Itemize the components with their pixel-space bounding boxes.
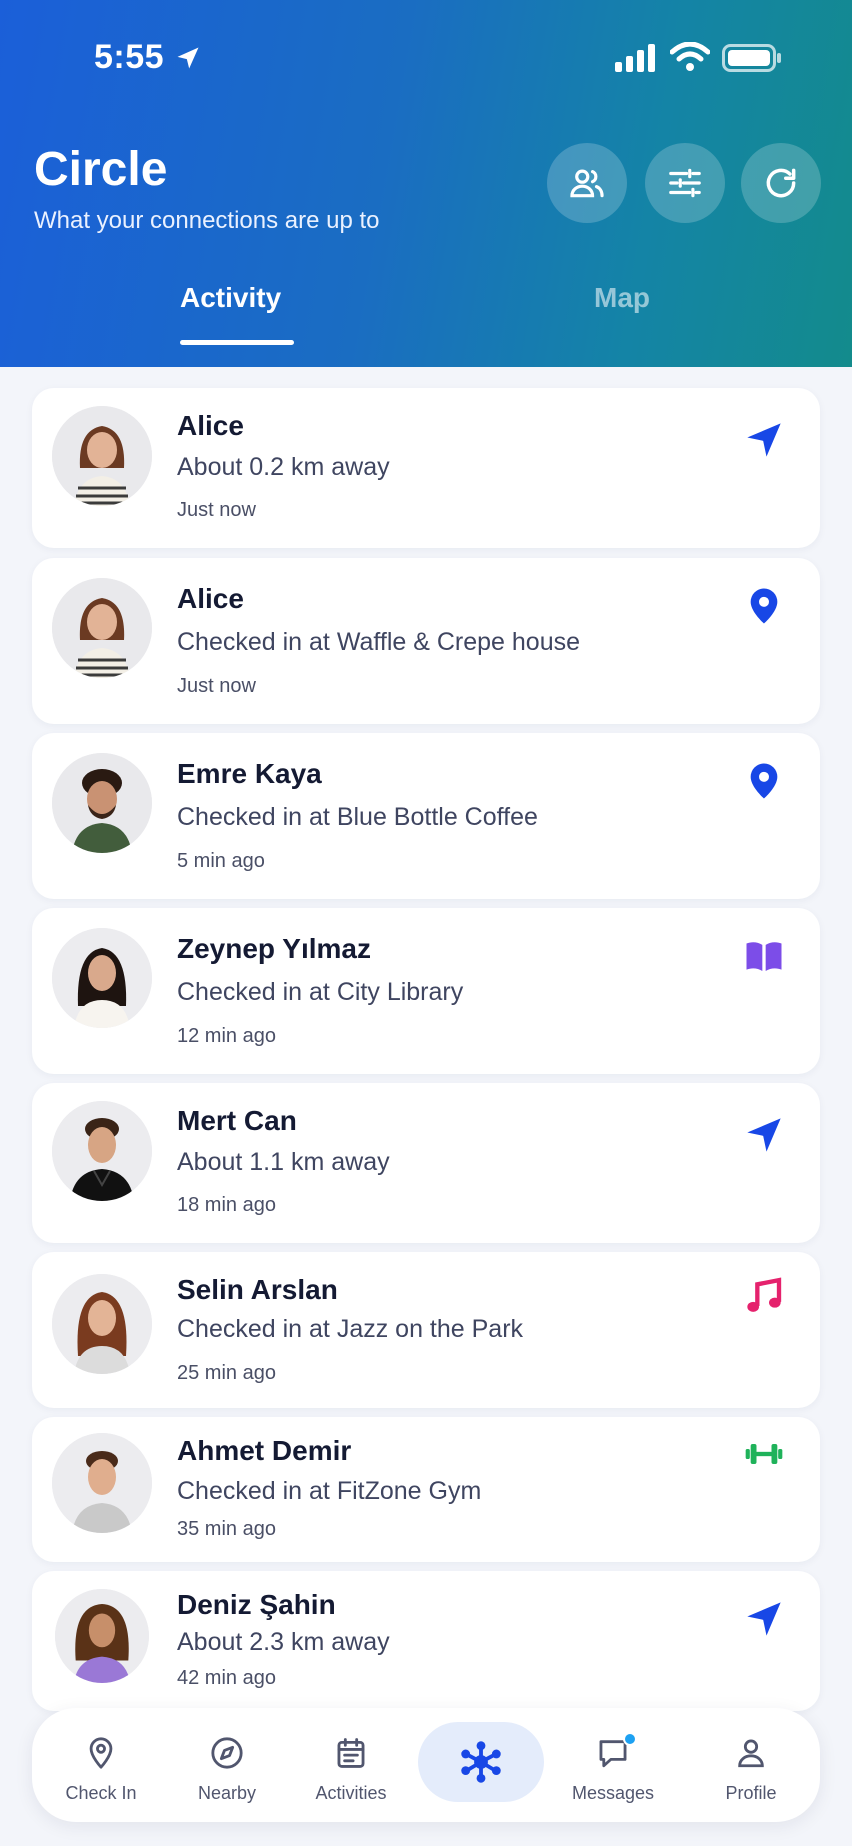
feed-text: Checked in at FitZone Gym (177, 1477, 482, 1505)
avatar (52, 928, 152, 1028)
refresh-button[interactable] (741, 143, 821, 223)
avatar (52, 578, 152, 678)
navigation-arrow-icon (744, 1599, 784, 1639)
tab-map[interactable]: Map (594, 282, 650, 314)
sliders-icon (669, 168, 701, 198)
feed-time: Just now (177, 499, 256, 521)
page-subtitle: What your connections are up to (34, 207, 380, 234)
avatar (52, 1274, 152, 1374)
feed-name: Deniz Şahin (177, 1589, 336, 1620)
people-icon (570, 169, 604, 198)
feed-time: 12 min ago (177, 1025, 276, 1047)
feed-text: About 2.3 km away (177, 1628, 390, 1656)
feed-name: Emre Kaya (177, 758, 322, 789)
page-title: Circle (34, 143, 168, 196)
user-icon (738, 1739, 764, 1768)
avatar (52, 1101, 152, 1201)
nav-profile[interactable]: Profile (691, 1708, 811, 1822)
feed-card[interactable]: Deniz Şahin About 2.3 km away 42 min ago (32, 1571, 820, 1711)
feed-time: Just now (177, 675, 256, 697)
network-icon (461, 1741, 501, 1783)
feed-time: 35 min ago (177, 1518, 276, 1540)
nav-label: Profile (725, 1783, 777, 1803)
feed-text: Checked in at City Library (177, 978, 464, 1006)
feed-card[interactable]: Alice About 0.2 km away Just now (32, 388, 820, 548)
tab-activity[interactable]: Activity (180, 282, 281, 314)
feed-time: 5 min ago (177, 850, 265, 872)
avatar (52, 753, 152, 853)
avatar (52, 1433, 152, 1533)
nav-label: Activities (315, 1783, 387, 1803)
feed-name: Alice (177, 583, 244, 614)
feed-card[interactable]: Emre Kaya Checked in at Blue Bottle Coff… (32, 733, 820, 899)
dumbbell-icon (744, 1434, 784, 1474)
refresh-icon (766, 168, 796, 198)
nav-circle[interactable] (418, 1722, 544, 1802)
connections-button[interactable] (547, 143, 627, 223)
nav-activities[interactable]: Activities (291, 1708, 411, 1822)
battery-icon (722, 44, 781, 72)
feed-text: About 0.2 km away (177, 453, 390, 481)
feed-text: Checked in at Jazz on the Park (177, 1315, 524, 1343)
feed-card[interactable]: Selin Arslan Checked in at Jazz on the P… (32, 1252, 820, 1408)
feed-name: Mert Can (177, 1105, 297, 1136)
nav-messages[interactable]: Messages (553, 1708, 673, 1822)
bottom-navigation: Check In Nearby Activities Messages Prof… (32, 1708, 820, 1822)
feed-time: 18 min ago (177, 1194, 276, 1216)
feed-time: 25 min ago (177, 1362, 276, 1384)
navigation-arrow-icon (744, 420, 784, 460)
feed-text: Checked in at Waffle & Crepe house (177, 628, 581, 656)
nav-label: Messages (571, 1783, 655, 1803)
navigation-arrow-icon (744, 1115, 784, 1155)
unread-badge (623, 1732, 637, 1746)
cellular-signal-icon (615, 44, 655, 72)
feed-card[interactable]: Ahmet Demir Checked in at FitZone Gym 35… (32, 1417, 820, 1562)
avatar (55, 1589, 149, 1683)
feed-name: Alice (177, 410, 244, 441)
filter-button[interactable] (645, 143, 725, 223)
status-time: 5:55 (94, 38, 165, 76)
book-icon (744, 936, 784, 976)
feed-card[interactable]: Alice Checked in at Waffle & Crepe house… (32, 558, 820, 724)
feed-name: Selin Arslan (177, 1274, 338, 1305)
feed-time: 42 min ago (177, 1667, 276, 1689)
feed-text: Checked in at Blue Bottle Coffee (177, 803, 538, 831)
feed-name: Zeynep Yılmaz (177, 933, 372, 964)
nav-label: Nearby (197, 1783, 257, 1803)
nav-nearby[interactable]: Nearby (167, 1708, 287, 1822)
status-bar: 5:55 (0, 36, 852, 80)
location-arrow-icon (177, 47, 199, 69)
compass-icon (211, 1737, 243, 1769)
map-pin-icon (744, 761, 784, 801)
feed-card[interactable]: Zeynep Yılmaz Checked in at City Library… (32, 908, 820, 1074)
nav-label: Check In (65, 1783, 137, 1803)
feed-name: Ahmet Demir (177, 1435, 352, 1466)
wifi-icon (670, 42, 710, 71)
active-tab-indicator (180, 340, 294, 345)
nav-check-in[interactable]: Check In (41, 1708, 161, 1822)
map-pin-icon (89, 1737, 113, 1769)
avatar (52, 406, 152, 506)
feed-text: About 1.1 km away (177, 1148, 390, 1176)
map-pin-icon (744, 586, 784, 626)
header: 5:55 Circle What your connections are up… (0, 0, 852, 367)
feed-card[interactable]: Mert Can About 1.1 km away 18 min ago (32, 1083, 820, 1243)
music-note-icon (744, 1276, 784, 1316)
calendar-icon (337, 1738, 365, 1768)
